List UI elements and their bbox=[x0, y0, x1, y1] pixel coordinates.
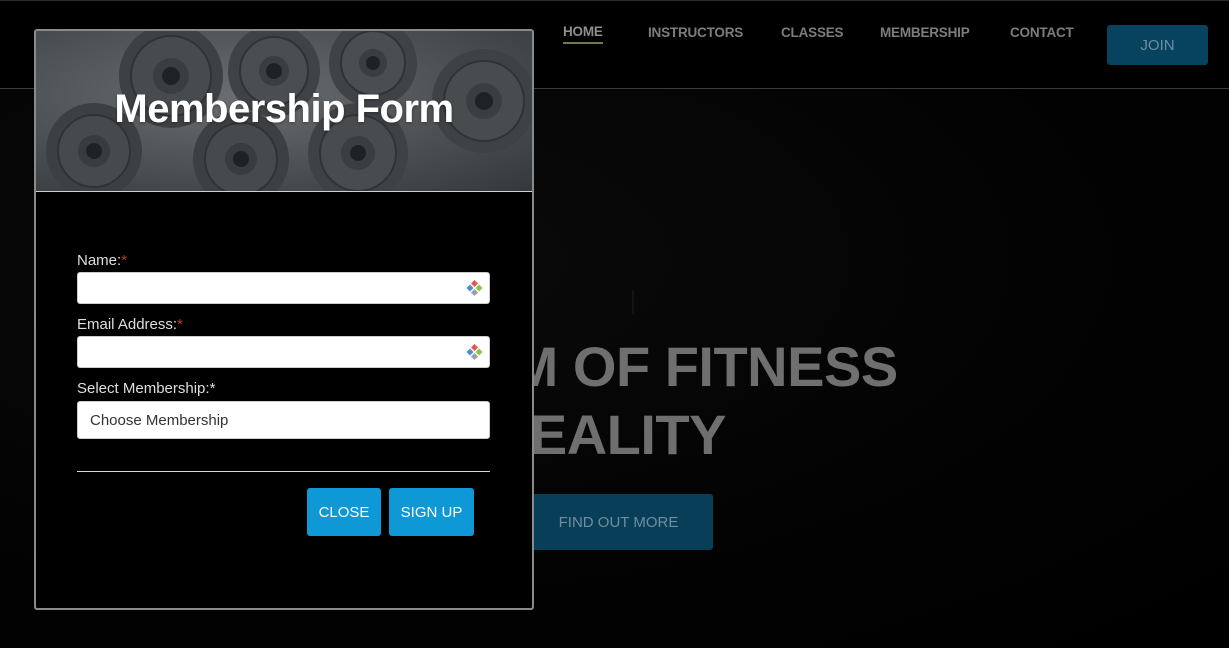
form-divider bbox=[77, 471, 490, 472]
membership-label-text: Select Membership: bbox=[77, 380, 210, 397]
name-label: Name:* bbox=[77, 252, 127, 269]
membership-required-mark: * bbox=[209, 380, 216, 397]
email-required-mark: * bbox=[177, 316, 183, 333]
autofill-icon[interactable] bbox=[465, 344, 483, 362]
membership-modal: Membership Form Name:* Email Address:* S… bbox=[34, 29, 534, 610]
name-required-mark: * bbox=[121, 252, 128, 269]
name-label-text: Name: bbox=[77, 252, 122, 269]
autofill-icon[interactable] bbox=[465, 280, 483, 298]
name-input[interactable] bbox=[78, 273, 489, 303]
join-button[interactable]: JOIN bbox=[1107, 25, 1208, 65]
hero-background-mark bbox=[632, 290, 634, 314]
email-label: Email Address:* bbox=[77, 316, 183, 333]
nav-membership[interactable]: MEMBERSHIP bbox=[880, 25, 970, 43]
page: HOME INSTRUCTORS CLASSES MEMBERSHIP CONT… bbox=[0, 0, 1229, 648]
modal-banner: Membership Form bbox=[36, 31, 532, 192]
nav-instructors[interactable]: INSTRUCTORS bbox=[648, 25, 743, 43]
email-label-text: Email Address: bbox=[77, 316, 178, 333]
sign-up-button[interactable]: SIGN UP bbox=[389, 488, 474, 536]
name-field bbox=[77, 272, 490, 304]
email-input[interactable] bbox=[78, 337, 489, 367]
email-field bbox=[77, 336, 490, 368]
membership-select[interactable]: Choose Membership bbox=[77, 401, 490, 439]
find-out-more-button[interactable]: FIND OUT MORE bbox=[524, 494, 713, 550]
nav-classes[interactable]: CLASSES bbox=[781, 25, 844, 43]
nav-contact[interactable]: CONTACT bbox=[1010, 25, 1074, 43]
close-button[interactable]: CLOSE bbox=[307, 488, 381, 536]
modal-title: Membership Form bbox=[114, 87, 454, 131]
nav-home[interactable]: HOME bbox=[563, 24, 603, 44]
membership-label: Select Membership:* bbox=[77, 380, 215, 397]
